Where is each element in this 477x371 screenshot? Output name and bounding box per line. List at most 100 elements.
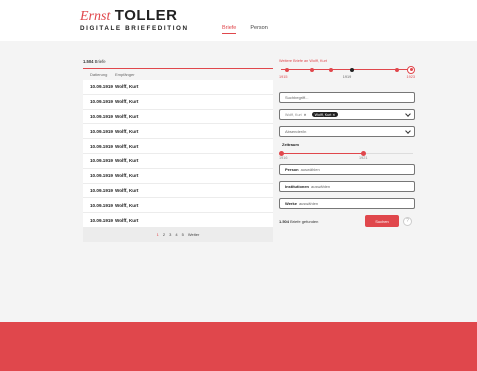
person-tag-active[interactable]: Wolff, Kurt ✕ xyxy=(311,112,339,117)
row-date: 10.09.1919 xyxy=(90,113,113,119)
table-row[interactable]: 10.09.1919 Wolff, Kurt xyxy=(83,124,273,140)
person-tag-label: Wolff, Kurt xyxy=(285,112,302,117)
row-date: 10.09.1919 xyxy=(90,202,113,208)
row-date: 10.09.1919 xyxy=(90,217,113,223)
nav-person[interactable]: Person xyxy=(250,25,267,31)
timeline-dot[interactable] xyxy=(329,67,333,72)
logo-subtitle: DIGITALE BRIEFEDITION xyxy=(80,25,189,32)
search-button[interactable]: Suchen xyxy=(365,215,399,227)
timeline-year-mid: 1919 xyxy=(342,75,352,79)
results-count-number: 1.504 xyxy=(83,59,94,64)
page-5[interactable]: 5 xyxy=(182,232,184,237)
range-fill xyxy=(281,152,364,154)
site-logo[interactable]: Ernst TOLLER DIGITALE BRIEFEDITION xyxy=(80,7,189,32)
timeline-end-inner xyxy=(409,68,413,71)
zeitraum-label: Zeitraum xyxy=(282,142,299,147)
row-date: 10.09.1919 xyxy=(90,143,113,149)
table-row[interactable]: 10.09.1919 Wolff, Kurt xyxy=(83,213,273,228)
row-name: Wolff, Kurt xyxy=(115,99,139,105)
works-select[interactable]: Werke auswählen xyxy=(279,198,415,209)
filter-actions: 1.504 Briefe gefunden Suchen ? xyxy=(279,215,415,227)
results-panel: 1.504 Briefe Datierung Empfänger 10.09.1… xyxy=(83,59,273,242)
search-input[interactable]: Suchbegriff... xyxy=(279,92,415,103)
row-date: 10.09.1919 xyxy=(90,84,113,90)
timeline-end-marker[interactable] xyxy=(407,65,415,74)
sender-select[interactable]: Absender/in xyxy=(279,126,415,137)
table-body: 10.09.1919 Wolff, Kurt 10.09.1919 Wolff, K… xyxy=(83,80,273,228)
nav-briefe[interactable]: Briefe xyxy=(222,25,237,34)
recipient-select[interactable]: Wolff, Kurt ✕ Wolff, Kurt ✕ xyxy=(279,109,415,120)
range-year-from: 1916 xyxy=(279,156,288,160)
timeline-year-end: 1923 xyxy=(406,75,415,79)
timeline-years: 1915 1919 1923 xyxy=(279,75,415,79)
row-name: Wolff, Kurt xyxy=(115,217,139,223)
letter-timeline xyxy=(279,65,415,75)
institution-select[interactable]: Institutionen auswählen xyxy=(279,181,415,192)
table-row[interactable]: 10.09.1919 Wolff, Kurt xyxy=(83,198,273,214)
chevron-down-icon[interactable] xyxy=(405,128,411,134)
row-date: 10.09.1919 xyxy=(90,158,113,164)
range-knob-start[interactable] xyxy=(279,150,284,156)
person-select[interactable]: Person auswählen xyxy=(279,164,415,175)
works-field-placeholder: auswählen xyxy=(298,201,319,206)
page-4[interactable]: 4 xyxy=(175,232,177,237)
results-count-label: Briefe xyxy=(94,59,106,64)
help-icon[interactable]: ? xyxy=(403,216,412,226)
logo-toller: TOLLER xyxy=(114,7,178,24)
works-field-label: Werke xyxy=(285,201,297,206)
range-years: 1916 1921 xyxy=(279,156,415,160)
timeline-dot[interactable] xyxy=(310,67,314,72)
range-knob-end[interactable] xyxy=(361,150,366,156)
chevron-down-icon[interactable] xyxy=(405,111,411,117)
row-name: Wolff, Kurt xyxy=(115,113,139,119)
timeline-dot-current[interactable] xyxy=(350,67,354,72)
table-row[interactable]: 10.09.1919 Wolff, Kurt xyxy=(83,153,273,169)
timeline-year-start: 1915 xyxy=(279,75,288,79)
row-name: Wolff, Kurt xyxy=(115,187,139,193)
date-range-slider[interactable] xyxy=(279,150,415,156)
timeline-dot[interactable] xyxy=(395,67,399,72)
page-1[interactable]: 1 xyxy=(157,232,159,237)
row-name: Wolff, Kurt xyxy=(115,202,139,208)
row-name: Wolff, Kurt xyxy=(115,84,139,90)
row-name: Wolff, Kurt xyxy=(115,158,139,164)
table-row[interactable]: 10.09.1919 Wolff, Kurt xyxy=(83,139,273,154)
footer xyxy=(0,322,477,371)
range-year-to: 1921 xyxy=(359,156,368,160)
table-row[interactable]: 10.09.1919 Wolff, Kurt xyxy=(83,109,273,125)
institution-field-label: Institutionen xyxy=(285,184,309,189)
timeline-dot[interactable] xyxy=(285,67,289,72)
table-row[interactable]: 10.09.1919 Wolff, Kurt xyxy=(83,94,273,110)
next-page-link[interactable]: Weiter xyxy=(188,232,199,237)
row-date: 10.09.1919 xyxy=(90,128,113,134)
row-date: 10.09.1919 xyxy=(90,173,113,179)
table-header: Datierung Empfänger xyxy=(83,68,273,80)
row-name: Wolff, Kurt xyxy=(115,173,139,179)
row-date: 10.09.1919 xyxy=(90,187,113,193)
sender-label: Absender/in xyxy=(285,129,307,134)
column-recipient[interactable]: Empfänger xyxy=(115,72,135,77)
tag-remove-icon[interactable]: ✕ xyxy=(303,113,307,117)
column-date[interactable]: Datierung xyxy=(90,72,115,77)
header: Ernst TOLLER DIGITALE BRIEFEDITION Brief… xyxy=(0,0,477,40)
page-2[interactable]: 2 xyxy=(163,232,165,237)
row-date: 10.09.1919 xyxy=(90,99,113,105)
table-row[interactable]: 10.09.1919 Wolff, Kurt xyxy=(83,183,273,199)
page-3[interactable]: 3 xyxy=(169,232,171,237)
person-field-placeholder: auswählen xyxy=(300,167,320,172)
timeline-caption: Weitere Briefe an Wolff, Kurt xyxy=(279,59,327,63)
filter-panel: Weitere Briefe an Wolff, Kurt 1915 1919 … xyxy=(279,59,415,227)
table-row[interactable]: 10.09.1919 Wolff, Kurt xyxy=(83,80,273,95)
table-row[interactable]: 10.09.1919 Wolff, Kurt xyxy=(83,168,273,184)
institution-field-placeholder: auswählen xyxy=(311,184,331,189)
pagination: 1 2 3 4 5 Weiter xyxy=(83,227,273,242)
person-tag-active-label: Wolff, Kurt xyxy=(314,112,332,117)
person-tag[interactable]: Wolff, Kurt ✕ xyxy=(285,113,307,117)
found-count-number: 1.504 xyxy=(279,218,290,224)
row-name: Wolff, Kurt xyxy=(115,143,139,149)
main-nav: Briefe Person xyxy=(222,25,268,34)
person-field-label: Person xyxy=(285,167,299,172)
results-count: 1.504 Briefe xyxy=(83,59,273,64)
found-count-label: Briefe gefunden xyxy=(290,218,319,224)
logo-ernst: Ernst xyxy=(80,9,111,24)
